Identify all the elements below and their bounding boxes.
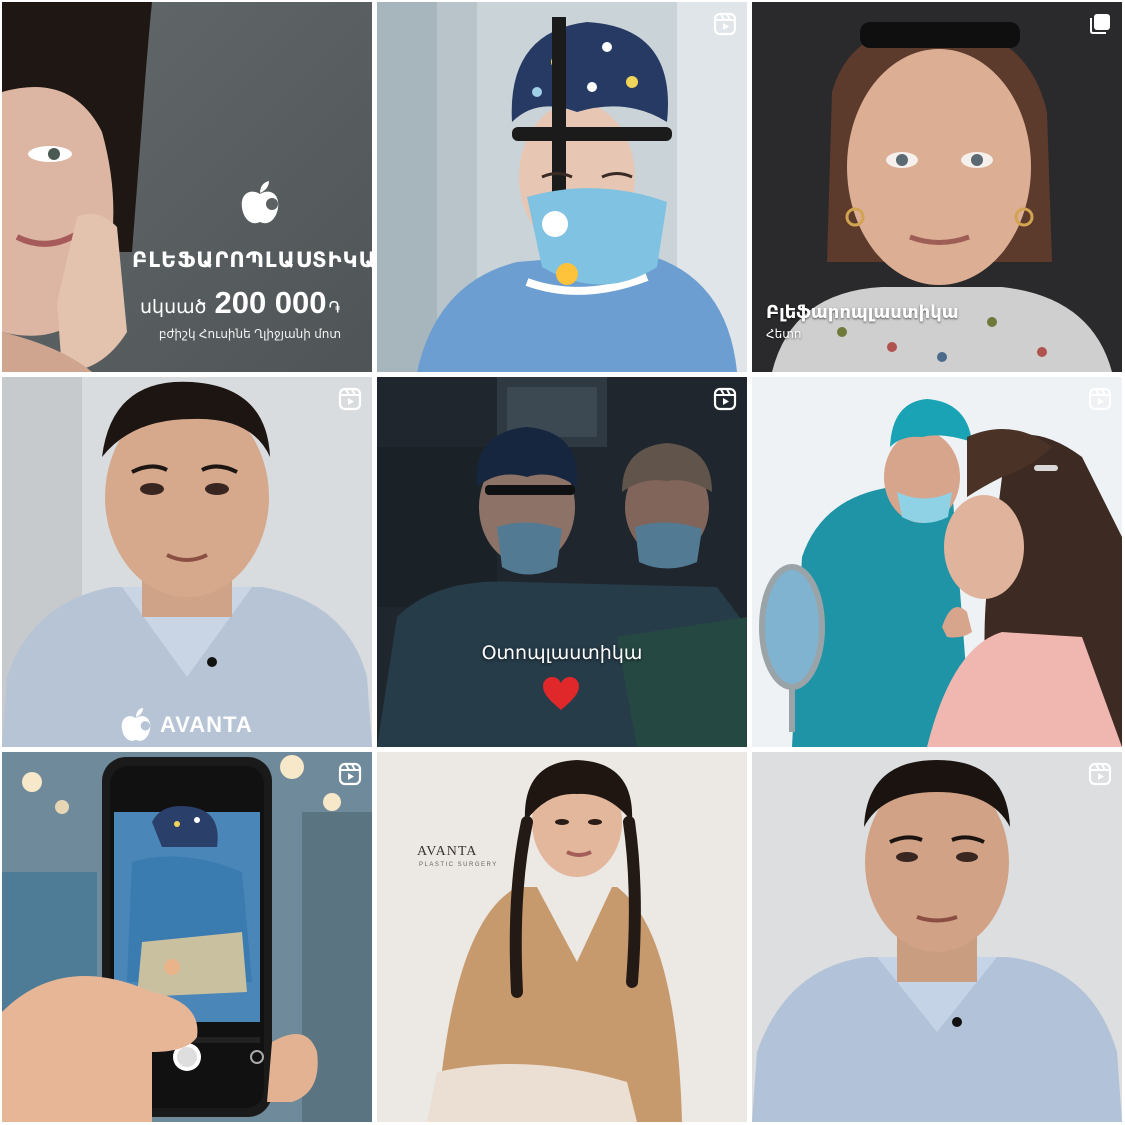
post-tile-doctor-interview[interactable]: AVANTA (2, 377, 372, 747)
post-image (377, 2, 747, 372)
post-tile-surgeon-headlight[interactable] (377, 2, 747, 372)
post-tile-blepharoplasty-ad[interactable]: ԲԼԵՖԱՐՈՊԼԱՍՏԻԿԱ սկսած 200 000 ֏ բժիշկ Հուս… (2, 2, 372, 372)
post-caption: Բլեֆարոպլաստիկա (766, 302, 959, 322)
price-prefix: սկսած (140, 297, 207, 318)
reel-icon (338, 762, 362, 786)
post-image (2, 377, 372, 747)
post-tile-phone-recording[interactable] (2, 752, 372, 1122)
post-caption-sub: Հետո (766, 327, 802, 341)
price-amount: 200 000 (214, 285, 327, 320)
carousel-badge (1088, 12, 1112, 36)
brand-tagline: PLASTIC SURGERY (419, 862, 498, 868)
post-caption: Օտոպլաստիկա (481, 643, 643, 664)
post-tile-model-photo[interactable]: AVANTA PLASTIC SURGERY (377, 752, 747, 1122)
post-tile-doctor-interview-2[interactable] (752, 752, 1122, 1122)
post-tile-before-after[interactable]: Բլեֆարոպլաստիկա Հետո (752, 2, 1122, 372)
reel-badge (338, 762, 362, 786)
post-image (2, 752, 372, 1122)
apple-logo-icon (121, 707, 151, 741)
post-title: ԲԼԵՖԱՐՈՊԼԱՍՏԻԿԱ (132, 249, 372, 272)
post-tile-patient-mirror[interactable] (752, 377, 1122, 747)
reel-badge (1088, 387, 1112, 411)
carousel-icon (1090, 14, 1110, 34)
post-image (377, 752, 747, 1122)
doctor-line: բժիշկ Հուսինե Ղլիջյանի մոտ (158, 327, 342, 341)
reel-icon (713, 12, 737, 36)
post-image (752, 752, 1122, 1122)
reel-icon (1088, 387, 1112, 411)
reel-icon (713, 387, 737, 411)
reel-badge (338, 387, 362, 411)
post-tile-otoplasty[interactable]: Օտոպլաստիկա (377, 377, 747, 747)
reel-badge (713, 12, 737, 36)
reel-icon (1088, 762, 1112, 786)
reel-icon (338, 387, 362, 411)
heart-icon (543, 677, 579, 710)
brand-wordmark: AVANTA (417, 844, 478, 859)
post-image (752, 377, 1122, 747)
reel-badge (1088, 762, 1112, 786)
reel-badge (713, 387, 737, 411)
post-grid: ԲԼԵՖԱՐՈՊԼԱՍՏԻԿԱ սկսած 200 000 ֏ բժիշկ Հուս… (0, 0, 1125, 1125)
avanta-wordmark: AVANTA (160, 712, 253, 737)
price-currency: ֏ (328, 300, 341, 317)
avanta-logo: AVANTA (120, 707, 253, 743)
price-line: սկսած 200 000 ֏ (140, 285, 370, 321)
apple-logo-icon (241, 181, 279, 224)
